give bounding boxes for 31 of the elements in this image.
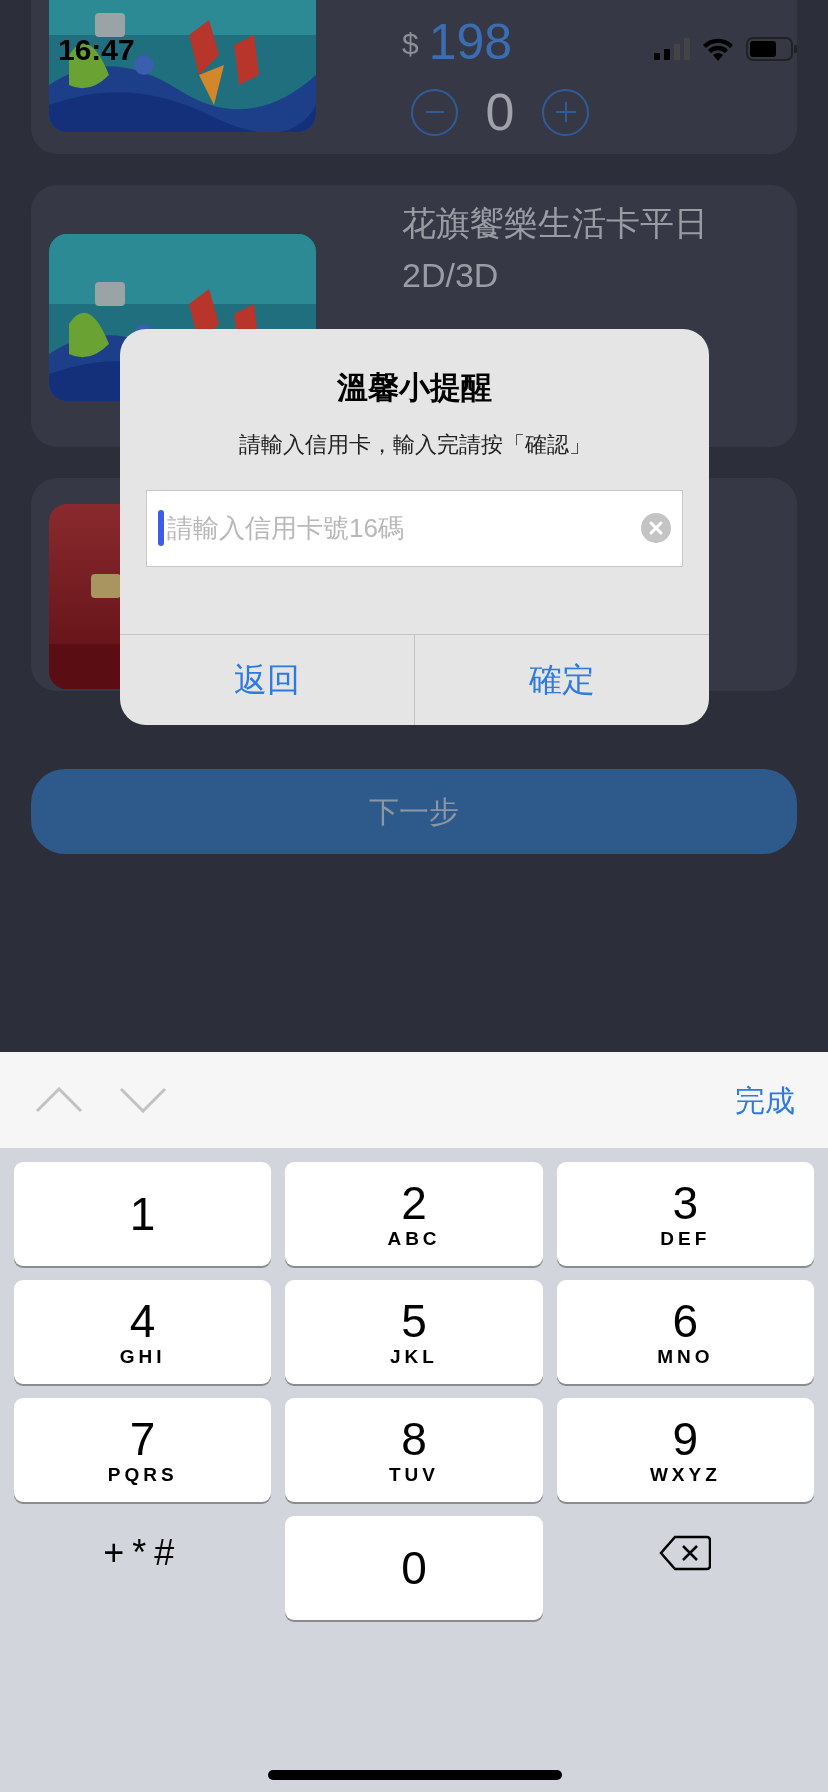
keypad-key[interactable]: 7 PQRS: [14, 1398, 272, 1502]
battery-icon: [746, 37, 798, 61]
minus-icon: [425, 111, 444, 113]
dialog-message: 請輸入信用卡，輸入完請按「確認」: [237, 431, 592, 459]
keypad-key[interactable]: 3 DEF: [556, 1162, 814, 1266]
keypad-key[interactable]: 1: [14, 1162, 272, 1266]
card-number-field[interactable]: 請輸入信用卡號16碼: [146, 490, 683, 567]
minus-button[interactable]: [411, 88, 458, 136]
symbols-key[interactable]: +*#: [14, 1516, 272, 1620]
signal-icon: [654, 38, 690, 60]
dialog-title: 溫馨小提醒: [336, 369, 493, 407]
keypad-key[interactable]: 0: [285, 1516, 543, 1620]
currency-sign: $: [402, 26, 419, 62]
keypad-key[interactable]: 8 TUV: [285, 1398, 543, 1502]
keypad-key[interactable]: 5 JKL: [285, 1280, 543, 1384]
clear-icon[interactable]: [641, 513, 671, 543]
chevron-down-icon[interactable]: [119, 1087, 167, 1113]
text-cursor: [158, 510, 164, 546]
done-button[interactable]: 完成: [735, 1077, 795, 1123]
keypad-key[interactable]: 4 GHI: [14, 1280, 272, 1384]
keypad-key[interactable]: 2 ABC: [285, 1162, 543, 1266]
chevron-up-icon[interactable]: [35, 1087, 83, 1113]
quantity: 0: [484, 82, 516, 142]
keypad-key[interactable]: 9 WXYZ: [556, 1398, 814, 1502]
card-title: 花旗饗樂生活卡平日2D/3D: [402, 203, 709, 296]
price: 198: [428, 13, 513, 72]
wifi-icon: [702, 37, 734, 61]
keypad-key[interactable]: 6 MNO: [556, 1280, 814, 1384]
plus-icon: [555, 102, 576, 122]
plus-button[interactable]: [542, 88, 589, 136]
delete-icon[interactable]: [659, 1535, 712, 1571]
